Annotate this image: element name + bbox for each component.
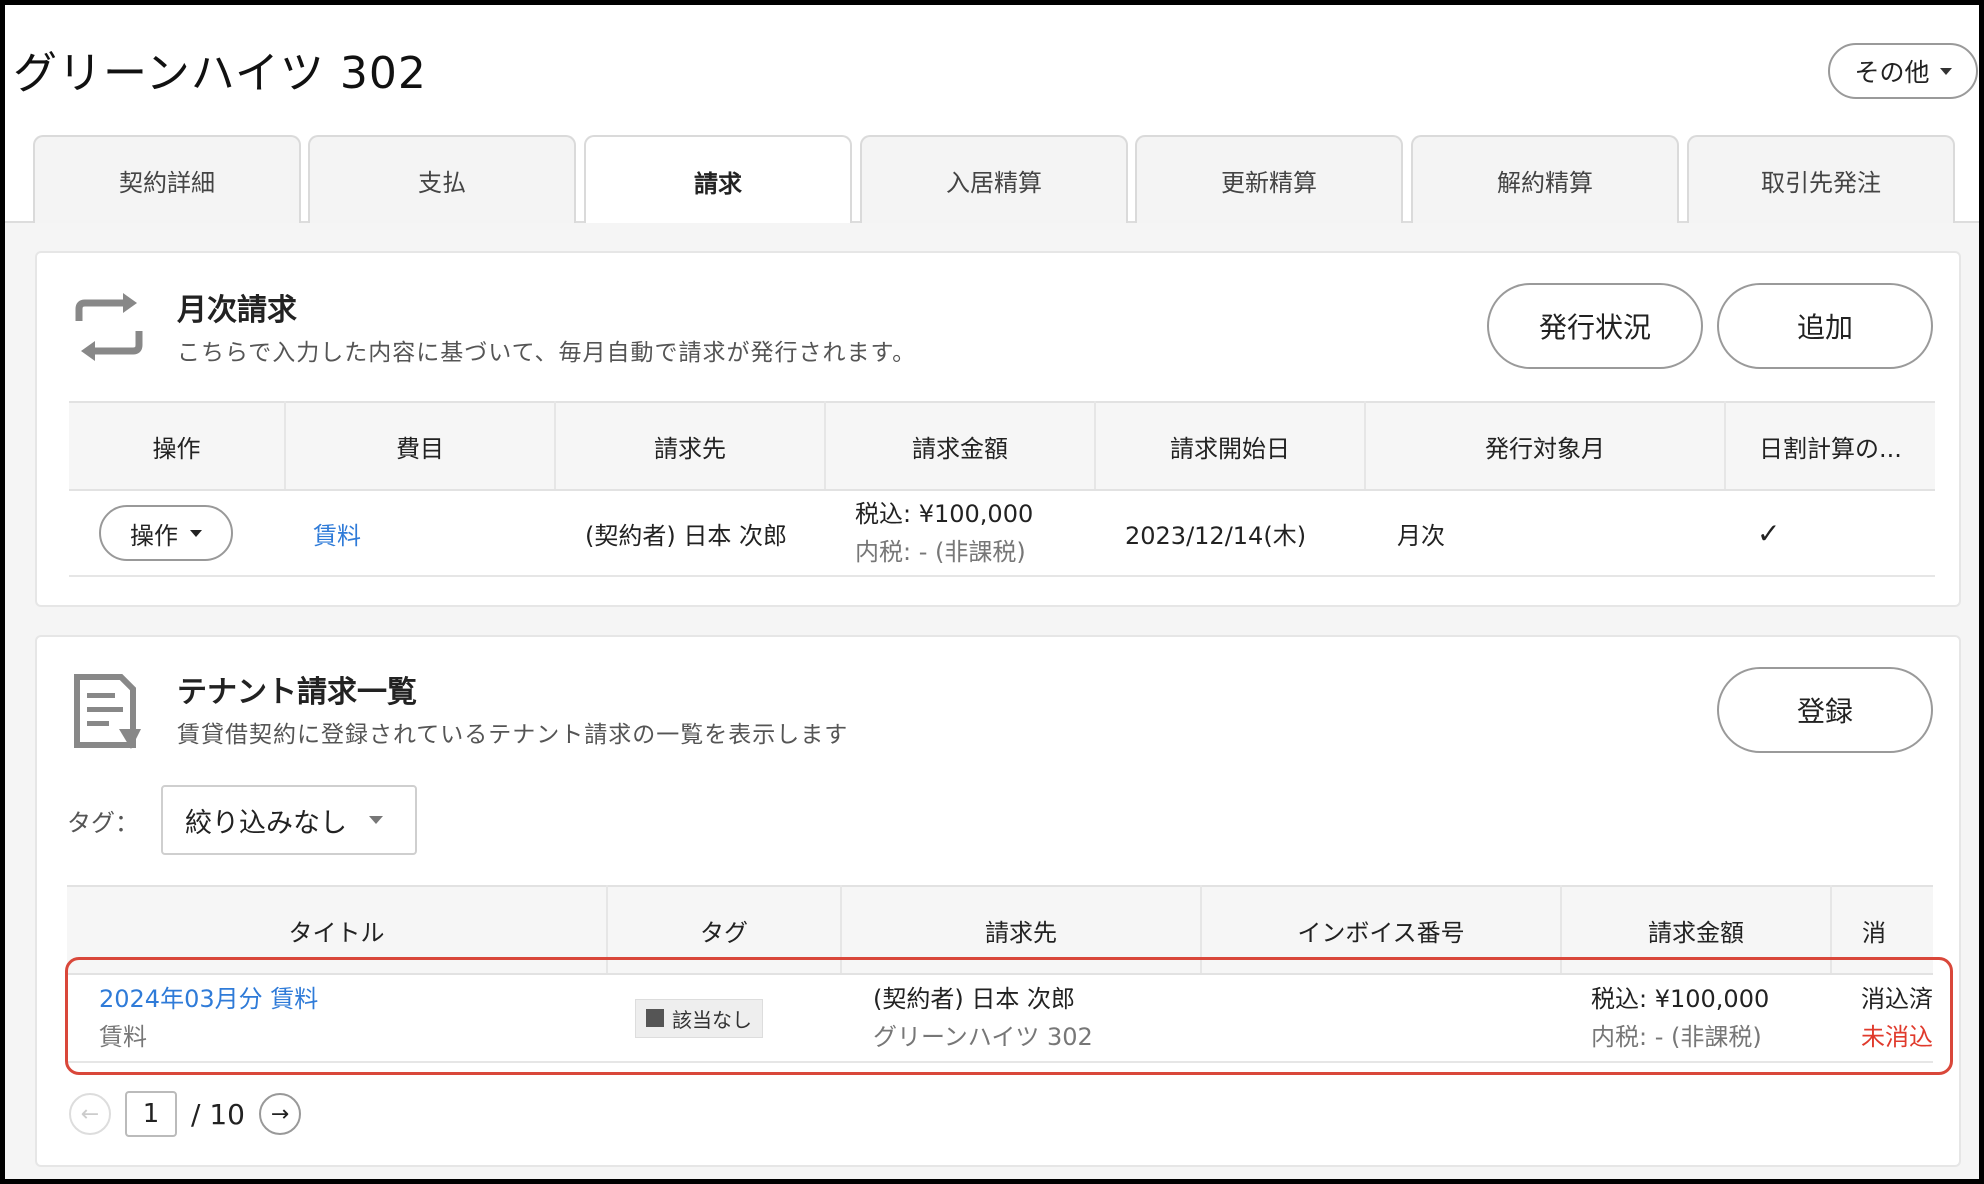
tenant-billing-title: テナント請求一覧 (177, 675, 417, 710)
chevron-down-icon (190, 529, 202, 537)
tenant-bill-subtitle: 賃料 (99, 1023, 147, 1051)
invoice-number (1201, 974, 1561, 1063)
amount-tax-note: 内税: - (非課税) (1591, 1023, 1762, 1051)
tag-filter-select[interactable]: 絞り込みなし (161, 785, 417, 855)
tab-cancellation-settlement[interactable]: 解約精算 (1411, 135, 1679, 223)
tab-payment[interactable]: 支払 (308, 135, 576, 223)
column-header: 請求開始日 (1095, 401, 1366, 491)
tag-chip: 該当なし (635, 998, 763, 1038)
tab-bar: 契約詳細 支払 請求 入居精算 更新精算 解約精算 取引先発注 (5, 135, 1979, 225)
tenant-billing-description: 賃貸借契約に登録されているテナント請求の一覧を表示します (177, 722, 849, 748)
item-link[interactable]: 賃料 (313, 522, 361, 550)
tab-billing[interactable]: 請求 (584, 135, 852, 225)
row-operations-button[interactable]: 操作 (99, 505, 233, 561)
table-header-row: タイトル タグ 請求先 インボイス番号 請求金額 消 (67, 885, 1933, 975)
tag-color-icon (646, 1009, 664, 1027)
tab-move-in-settlement[interactable]: 入居精算 (860, 135, 1128, 223)
more-button[interactable]: その他 (1828, 43, 1978, 99)
column-header: 発行対象月 (1365, 401, 1726, 491)
tag-filter-value: 絞り込みなし (185, 807, 347, 839)
add-button[interactable]: 追加 (1717, 283, 1933, 369)
billing-start-date: 2023/12/14(木) (1095, 490, 1365, 577)
column-header: タイトル (67, 885, 608, 975)
prorate-check-icon: ✓ (1725, 490, 1935, 577)
column-header: 請求先 (555, 401, 826, 491)
property-name: グリーンハイツ 302 (873, 1023, 1093, 1051)
monthly-billing-title: 月次請求 (177, 293, 297, 328)
repeat-icon (75, 293, 143, 361)
monthly-billing-card: 月次請求 こちらで入力した内容に基づいて、毎月自動で請求が発行されます。 発行状… (35, 251, 1961, 607)
prev-page-arrow-icon[interactable]: ← (69, 1093, 111, 1135)
tab-renewal-settlement[interactable]: 更新精算 (1135, 135, 1403, 223)
amount-tax-included: 税込: ¥100,000 (1591, 985, 1770, 1013)
tenant-billing-table: タイトル タグ 請求先 インボイス番号 請求金額 消 2024年03月分 賃料 … (67, 885, 1933, 1063)
column-header: 消 (1831, 885, 1933, 975)
tag-filter-label: タグ： (67, 809, 139, 837)
column-header: タグ (607, 885, 842, 975)
register-button[interactable]: 登録 (1717, 667, 1933, 753)
column-header: 請求金額 (825, 401, 1096, 491)
issue-target-month: 月次 (1365, 490, 1725, 577)
next-page-arrow-icon[interactable]: → (258, 1093, 301, 1135)
amount-tax-note: 内税: - (非課税) (855, 538, 1026, 566)
tenant-bill-title-link[interactable]: 2024年03月分 賃料 (99, 980, 607, 1018)
column-header: 費目 (285, 401, 556, 491)
pagination: ← 1 / 10 → (69, 1091, 301, 1137)
app-window: グリーンハイツ 302 その他 契約詳細 支払 請求 入居精算 更新精算 解約精… (5, 5, 1979, 1179)
chevron-down-icon (1939, 67, 1952, 75)
monthly-billing-table: 操作 費目 請求先 請求金額 請求開始日 発行対象月 日割計算の... 操作 賃… (69, 401, 1935, 577)
table-header-row: 操作 費目 請求先 請求金額 請求開始日 発行対象月 日割計算の... (69, 401, 1935, 491)
bill-to: (契約者) 日本 次郎 (873, 985, 1075, 1013)
table-row: 操作 賃料 (契約者) 日本 次郎 税込: ¥100,000 内税: - (非課… (69, 490, 1935, 577)
chevron-down-icon (369, 816, 383, 824)
reconcile-status: 消込済 (1861, 985, 1933, 1013)
page-title: グリーンハイツ 302 (13, 48, 427, 99)
amount-tax-included: 税込: ¥100,000 (855, 500, 1034, 528)
tab-contract-details[interactable]: 契約詳細 (33, 135, 301, 223)
column-header: 請求金額 (1561, 885, 1832, 975)
column-header: 請求先 (841, 885, 1202, 975)
monthly-billing-description: こちらで入力した内容に基づいて、毎月自動で請求が発行されます。 (177, 340, 917, 366)
page-number-input[interactable]: 1 (125, 1091, 177, 1137)
table-row: 2024年03月分 賃料 賃料 該当なし (契約者) 日本 次郎 グリーンハイツ… (67, 974, 1933, 1063)
column-header: インボイス番号 (1201, 885, 1562, 975)
unreconciled-status: 未消込 (1861, 1023, 1933, 1051)
issue-status-button[interactable]: 発行状況 (1487, 283, 1703, 369)
tab-vendor-orders[interactable]: 取引先発注 (1687, 135, 1955, 223)
column-header: 日割計算の... (1725, 401, 1935, 491)
more-label: その他 (1854, 58, 1930, 87)
page-total: / 10 (191, 1097, 245, 1131)
document-icon (74, 674, 141, 749)
column-header: 操作 (69, 401, 286, 491)
bill-to: (契約者) 日本 次郎 (555, 490, 825, 577)
